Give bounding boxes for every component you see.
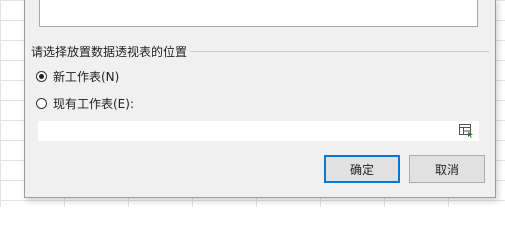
location-input[interactable] <box>38 121 479 141</box>
existing-worksheet-label: 现有工作表(E): <box>53 96 134 111</box>
existing-worksheet-radio[interactable] <box>36 97 47 109</box>
range-selector-icon[interactable] <box>459 124 474 138</box>
create-pivot-table-dialog: 请选择放置数据透视表的位置 新工作表(N) 现有工作表(E): 确定 取消 <box>24 0 496 198</box>
new-worksheet-label: 新工作表(N) <box>53 69 120 84</box>
existing-worksheet-option[interactable]: 现有工作表(E): <box>36 95 134 111</box>
source-list-box[interactable] <box>39 0 478 27</box>
new-worksheet-radio[interactable] <box>36 70 47 82</box>
ok-button[interactable]: 确定 <box>324 155 400 183</box>
group-divider <box>190 51 489 52</box>
cancel-button[interactable]: 取消 <box>409 155 485 183</box>
screen: 请选择放置数据透视表的位置 新工作表(N) 现有工作表(E): 确定 取消 <box>0 0 505 207</box>
placement-group: 请选择放置数据透视表的位置 <box>31 43 489 59</box>
new-worksheet-option[interactable]: 新工作表(N) <box>36 68 119 84</box>
placement-group-label: 请选择放置数据透视表的位置 <box>31 44 188 59</box>
